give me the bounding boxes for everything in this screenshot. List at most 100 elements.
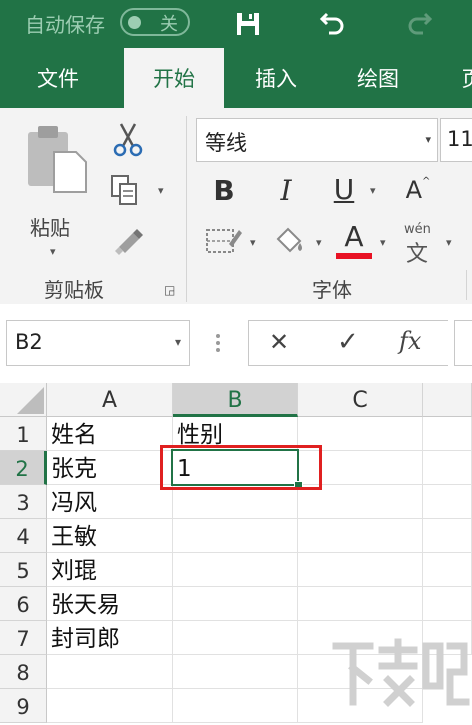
cell-a3[interactable]: 冯风 [47,485,173,519]
copy-dropdown-icon[interactable]: ▾ [158,184,164,197]
cell-b8[interactable] [173,655,298,689]
group-divider [186,116,187,302]
phonetic-dropdown-icon[interactable]: ▾ [446,236,452,249]
bold-button[interactable]: B [204,170,244,210]
underline-label: U [333,172,355,206]
grow-font-arrow-icon: ^ [422,175,431,187]
autosave-state: 关 [160,14,178,35]
cell-d1[interactable] [423,417,472,451]
clipboard-group-label: 剪贴板 [44,278,104,302]
tab-page-layout[interactable]: 页 [452,48,472,108]
cell-a5[interactable]: 刘琨 [47,553,173,587]
tab-draw[interactable]: 绘图 [338,48,418,108]
font-name-value: 等线 [205,131,247,155]
formula-buttons: ✕ ✓ fx [248,320,448,366]
font-color-dropdown-icon[interactable]: ▾ [380,236,386,249]
cell-a2[interactable]: 张克 [47,451,173,485]
font-color-bar [336,253,372,259]
column-header-d[interactable] [423,383,472,417]
font-group-label: 字体 [312,278,352,302]
row-header-8[interactable]: 8 [0,655,47,689]
insert-function-icon[interactable]: fx [399,327,421,355]
enter-icon[interactable]: ✓ [337,327,359,357]
name-box-dropdown-icon[interactable]: ▾ [175,335,181,349]
cell-a7[interactable]: 封司郎 [47,621,173,655]
cell-d3[interactable] [423,485,472,519]
toggle-knob [128,16,141,29]
undo-icon[interactable] [318,8,348,38]
tab-home[interactable]: 开始 [124,48,224,108]
tab-insert[interactable]: 插入 [236,48,316,108]
row-header-1[interactable]: 1 [0,417,47,451]
font-name-dropdown-icon[interactable]: ▾ [425,133,431,146]
column-header-a[interactable]: A [47,383,173,417]
cell-d5[interactable] [423,553,472,587]
cell-b9[interactable] [173,689,298,723]
format-painter-icon[interactable] [110,224,146,256]
name-box[interactable]: B2 ▾ [6,320,190,366]
row-header-6[interactable]: 6 [0,587,47,621]
column-header-b[interactable]: B [173,383,298,417]
grow-font-button[interactable]: A ^ [398,170,438,210]
cell-d2[interactable] [423,451,472,485]
fill-color-icon[interactable] [270,222,310,258]
paste-label[interactable]: 粘贴 [30,212,70,241]
cell-a4[interactable]: 王敏 [47,519,173,553]
cell-c3[interactable] [298,485,423,519]
font-name-box[interactable]: 等线 ▾ [196,118,438,162]
watermark-logo [330,636,470,710]
redo-icon[interactable] [404,8,434,38]
phonetic-bottom-label: 文 [406,242,429,267]
row-header-9[interactable]: 9 [0,689,47,723]
cut-icon[interactable] [110,122,146,158]
paste-dropdown-icon[interactable]: ▾ [50,245,56,258]
cell-a6[interactable]: 张天易 [47,587,173,621]
borders-icon[interactable] [204,224,244,258]
tab-file[interactable]: 文件 [18,48,98,108]
row-header-7[interactable]: 7 [0,621,47,655]
clipboard-launcher-icon[interactable]: ◲ [164,283,175,297]
copy-icon[interactable] [108,172,142,208]
cell-d4[interactable] [423,519,472,553]
paste-button[interactable] [22,120,92,196]
formula-bar-grip-icon[interactable] [214,328,222,358]
cancel-icon[interactable]: ✕ [269,328,289,356]
underline-button[interactable]: U [326,168,362,210]
cell-c4[interactable] [298,519,423,553]
save-icon[interactable] [234,10,262,38]
autosave-toggle[interactable]: 关 [120,8,190,36]
font-color-label: A [344,220,364,253]
grow-font-label: A [405,176,423,204]
cell-c5[interactable] [298,553,423,587]
cell-a8[interactable] [47,655,173,689]
phonetic-guide-button[interactable]: wén 文 [400,222,438,267]
font-size-value: 11 [447,127,472,151]
row-header-5[interactable]: 5 [0,553,47,587]
row-header-4[interactable]: 4 [0,519,47,553]
font-size-box[interactable]: 11 [440,118,472,162]
cell-b6[interactable] [173,587,298,621]
formula-input[interactable] [454,320,472,366]
borders-dropdown-icon[interactable]: ▾ [250,236,256,249]
highlight-box [160,445,322,490]
cell-b5[interactable] [173,553,298,587]
name-box-value: B2 [15,330,43,354]
cell-a9[interactable] [47,689,173,723]
font-color-button[interactable]: A [334,218,374,262]
phonetic-top-label: wén [404,222,431,237]
cell-d6[interactable] [423,587,472,621]
group-divider [466,270,467,300]
select-all-corner[interactable] [0,383,47,417]
underline-dropdown-icon[interactable]: ▾ [370,184,376,197]
row-header-3[interactable]: 3 [0,485,47,519]
column-header-c[interactable]: C [298,383,423,417]
cell-a1[interactable]: 姓名 [47,417,173,451]
cell-c6[interactable] [298,587,423,621]
fill-color-dropdown-icon[interactable]: ▾ [316,236,322,249]
italic-button[interactable]: I [266,170,306,210]
cell-b7[interactable] [173,621,298,655]
cell-b3[interactable] [173,485,298,519]
autosave-label: 自动保存 [25,13,105,37]
row-header-2[interactable]: 2 [0,451,47,485]
cell-b4[interactable] [173,519,298,553]
